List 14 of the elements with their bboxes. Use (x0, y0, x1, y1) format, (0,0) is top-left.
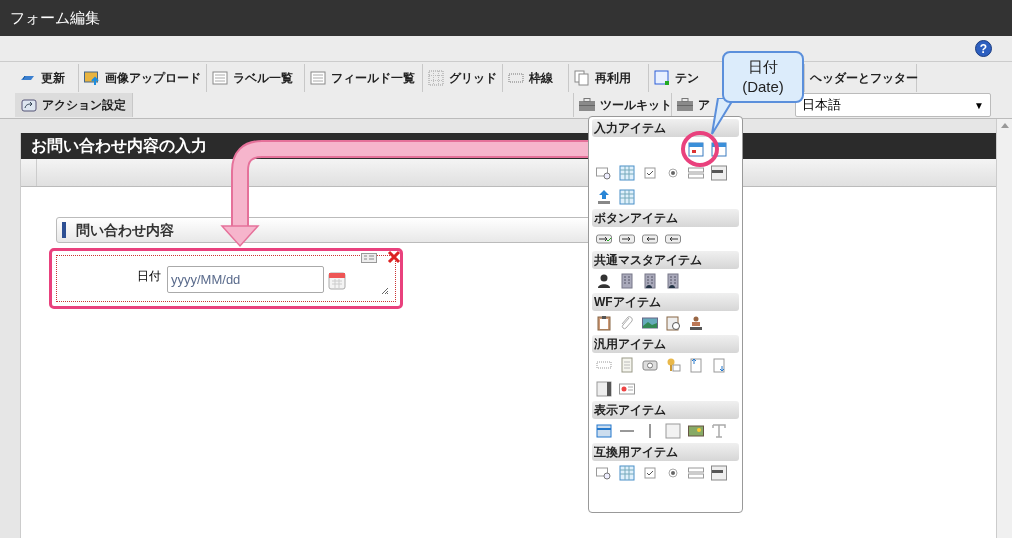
section-title: 問い合わせ内容 (76, 220, 174, 240)
palette-section-title: 表示アイテム (594, 402, 666, 419)
field-label: 日付 (137, 268, 161, 285)
palette-section-title: ボタンアイテム (594, 210, 678, 227)
callout-text: 日付 (748, 57, 778, 77)
palette-section-title: 互換用アイテム (594, 444, 678, 461)
palette-section-title: 入力アイテム (594, 120, 666, 137)
window-title: フォーム編集 (10, 7, 100, 28)
dropdown-arrow: ▼ (974, 98, 984, 113)
form-title: お問い合わせ内容の入力 (31, 136, 207, 156)
palette-section-title: WFアイテム (594, 294, 661, 311)
select-value: 日本語 (802, 96, 841, 115)
palette-section-title: 共通マスタアイテム (594, 252, 702, 269)
palette-section-title: 汎用アイテム (594, 336, 666, 353)
